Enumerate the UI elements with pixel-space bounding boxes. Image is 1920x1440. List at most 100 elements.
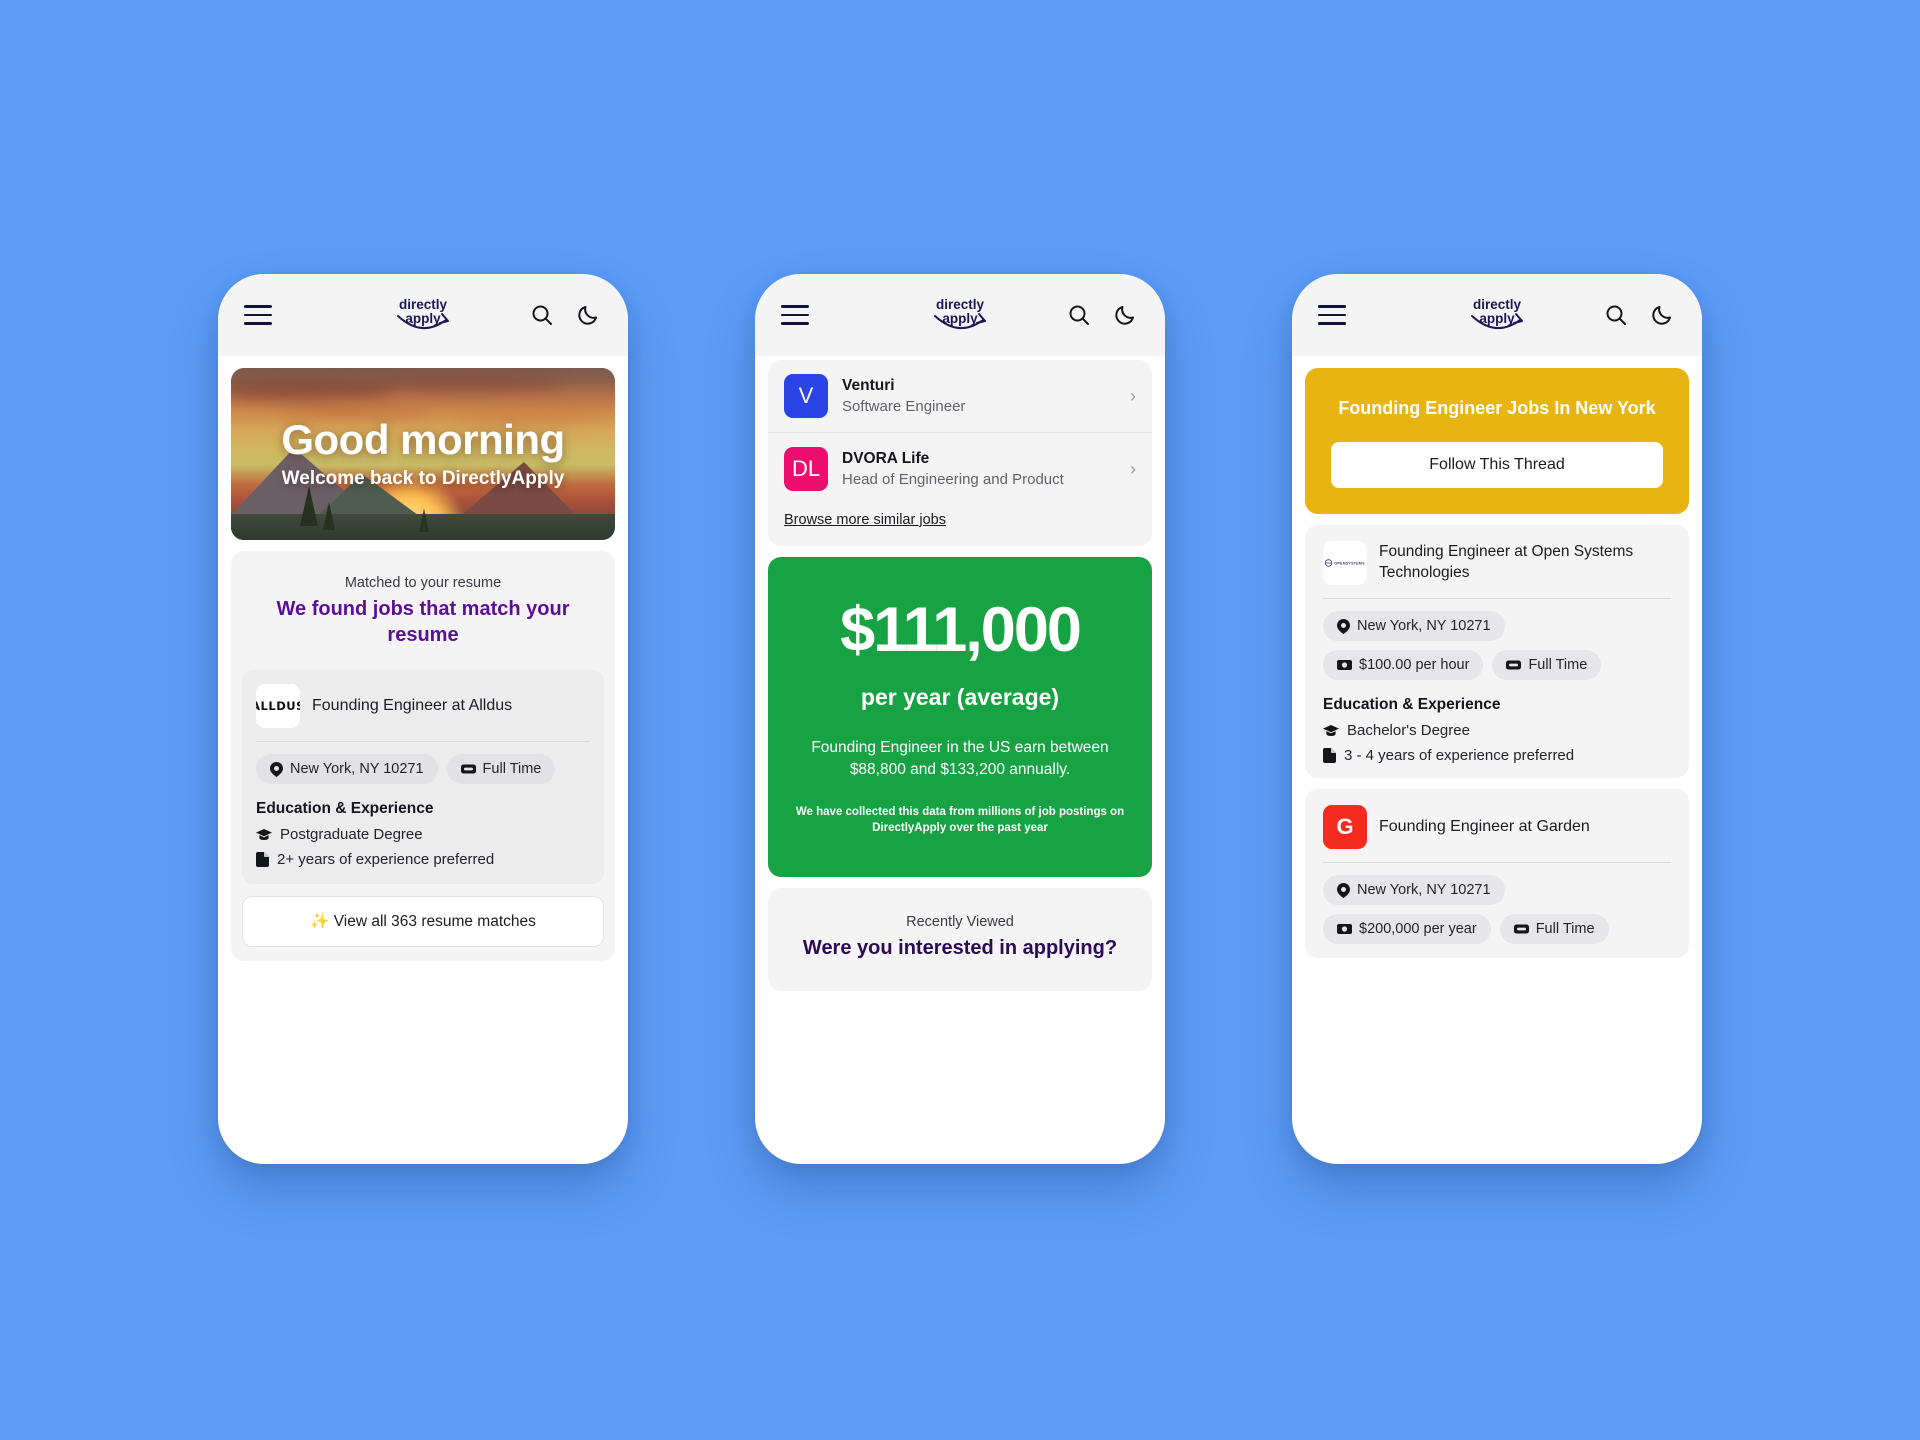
graduation-cap-icon <box>256 828 272 840</box>
briefcase-icon <box>1513 924 1529 934</box>
divider <box>256 741 590 742</box>
greeting-title: Good morning <box>281 415 565 463</box>
search-icon[interactable] <box>1065 301 1093 329</box>
location-pill: New York, NY 10271 <box>1323 875 1505 906</box>
follow-thread-button[interactable]: Follow This Thread <box>1331 442 1663 489</box>
job-type-pill: Full Time <box>446 754 556 784</box>
moon-icon[interactable] <box>574 301 602 329</box>
search-icon[interactable] <box>1602 301 1630 329</box>
job-type-text: Full Time <box>1528 657 1588 674</box>
hamburger-icon[interactable] <box>781 305 809 325</box>
job-card[interactable]: G Founding Engineer at Garden New York, … <box>1305 789 1689 959</box>
app-header-actions-2 <box>1065 301 1139 329</box>
divider <box>1323 598 1671 600</box>
hero-cloud <box>231 378 393 401</box>
salary-note: We have collected this data from million… <box>795 805 1125 835</box>
greeting-hero-banner: Good morning Welcome back to DirectlyApp… <box>231 368 615 540</box>
app-header-1: directly apply <box>218 274 628 356</box>
experience-text: 3 - 4 years of experience preferred <box>1344 747 1575 765</box>
salary-description: Founding Engineer in the US earn between… <box>811 739 1109 779</box>
search-icon[interactable] <box>528 301 556 329</box>
education-heading: Education & Experience <box>1323 696 1501 714</box>
job-card[interactable]: ALLDUS Founding Engineer at Alldus New Y… <box>242 670 604 884</box>
hamburger-icon[interactable] <box>1318 305 1346 325</box>
job-title: Founding Engineer at Open Systems Techno… <box>1379 543 1634 582</box>
phone-2: directly apply V Venturi Software Engine… <box>755 274 1165 1164</box>
company-logo-garden: G <box>1323 805 1367 850</box>
briefcase-icon <box>1506 660 1522 670</box>
job-title: Founding Engineer at Alldus <box>312 696 513 714</box>
location-text: New York, NY 10271 <box>1357 618 1491 635</box>
list-item-text: DVORA Life Head of Engineering and Produ… <box>842 450 1116 488</box>
match-title: We found jobs that match your resume <box>276 598 570 646</box>
recently-viewed-header: Recently Viewed Were you interested in a… <box>768 888 1152 991</box>
experience-text: 2+ years of experience preferred <box>277 851 495 868</box>
experience-line: 2+ years of experience preferred <box>256 851 590 868</box>
company-initials: DL <box>791 456 821 481</box>
list-item[interactable]: V Venturi Software Engineer › <box>768 360 1152 432</box>
role-name: Software Engineer <box>842 398 966 415</box>
job-pay-pills: $200,000 per year Full Time <box>1323 914 1671 945</box>
job-card[interactable]: OPENSYSTEMS Founding Engineer at Open Sy… <box>1305 525 1689 779</box>
divider <box>1323 862 1671 864</box>
job-title: Founding Engineer at Garden <box>1379 817 1590 835</box>
hero-tree <box>323 502 336 530</box>
phone-2-content: V Venturi Software Engineer › DL DVORA L… <box>755 356 1165 1164</box>
job-type-text: Full Time <box>482 761 542 777</box>
company-logo-mark: OPENSYSTEMS <box>1325 559 1365 567</box>
similar-jobs-card: V Venturi Software Engineer › DL DVORA L… <box>768 360 1152 546</box>
money-icon <box>1337 924 1352 935</box>
resume-match-header: Matched to your resume We found jobs tha… <box>231 551 615 656</box>
company-logo-open-systems: OPENSYSTEMS <box>1323 541 1367 586</box>
pay-text: $100.00 per hour <box>1359 657 1470 674</box>
directlyapply-logo[interactable]: directly apply <box>929 294 991 336</box>
company-name: DVORA Life <box>842 450 930 467</box>
list-item-text: Venturi Software Engineer <box>842 377 1116 415</box>
follow-thread-card: Founding Engineer Jobs In New York Follo… <box>1305 368 1689 515</box>
moon-icon[interactable] <box>1111 301 1139 329</box>
education-text: Postgraduate Degree <box>280 826 423 843</box>
app-header-actions-3 <box>1602 301 1676 329</box>
job-meta-pills: New York, NY 10271 Full Time <box>256 754 590 784</box>
company-logo-dvora: DL <box>784 447 828 491</box>
education-line: Postgraduate Degree <box>256 826 590 843</box>
pay-pill: $100.00 per hour <box>1323 650 1484 681</box>
company-logo-venturi: V <box>784 374 828 418</box>
location-text: New York, NY 10271 <box>1357 882 1491 899</box>
directlyapply-logo[interactable]: directly apply <box>1466 294 1528 336</box>
phone-1-content: Good morning Welcome back to DirectlyApp… <box>218 356 628 1164</box>
phone-3: directly apply Founding Engineer Jobs In… <box>1292 274 1702 1164</box>
directlyapply-logo[interactable]: directly apply <box>392 294 454 336</box>
chevron-right-icon: › <box>1130 459 1136 479</box>
browse-more-similar-jobs-link[interactable]: Browse more similar jobs <box>784 512 946 528</box>
education-heading: Education & Experience <box>256 800 434 817</box>
view-all-matches-button[interactable]: ✨ View all 363 resume matches <box>242 896 604 947</box>
job-pay-pills: $100.00 per hour Full Time <box>1323 650 1671 681</box>
location-pill: New York, NY 10271 <box>1323 611 1505 642</box>
money-icon <box>1337 660 1352 671</box>
app-header-3: directly apply <box>1292 274 1702 356</box>
document-icon <box>256 852 269 867</box>
graduation-cap-icon <box>1323 724 1339 736</box>
job-header: ALLDUS Founding Engineer at Alldus <box>256 684 590 728</box>
salary-card: $111,000 per year (average) Founding Eng… <box>768 557 1152 877</box>
list-item[interactable]: DL DVORA Life Head of Engineering and Pr… <box>768 432 1152 505</box>
job-header: G Founding Engineer at Garden <box>1323 805 1671 850</box>
phone-3-content: Founding Engineer Jobs In New York Follo… <box>1292 356 1702 1164</box>
role-name: Head of Engineering and Product <box>842 471 1064 488</box>
experience-line: 3 - 4 years of experience preferred <box>1323 747 1671 764</box>
browse-more-link-wrap: Browse more similar jobs <box>768 505 1152 546</box>
job-type-text: Full Time <box>1535 921 1595 938</box>
company-initials: G <box>1336 814 1354 840</box>
greeting-subtitle: Welcome back to DirectlyApply <box>281 468 565 490</box>
job-meta-pills: New York, NY 10271 <box>1323 875 1671 906</box>
briefcase-icon <box>460 764 476 774</box>
hero-text: Good morning Welcome back to DirectlyApp… <box>265 415 580 490</box>
hamburger-icon[interactable] <box>244 305 272 325</box>
moon-icon[interactable] <box>1648 301 1676 329</box>
app-header-actions-1 <box>528 301 602 329</box>
thread-title: Founding Engineer Jobs In New York <box>1338 398 1656 418</box>
svg-text:directly: directly <box>936 297 985 312</box>
location-pin-icon <box>270 761 283 777</box>
company-name: Venturi <box>842 377 895 394</box>
